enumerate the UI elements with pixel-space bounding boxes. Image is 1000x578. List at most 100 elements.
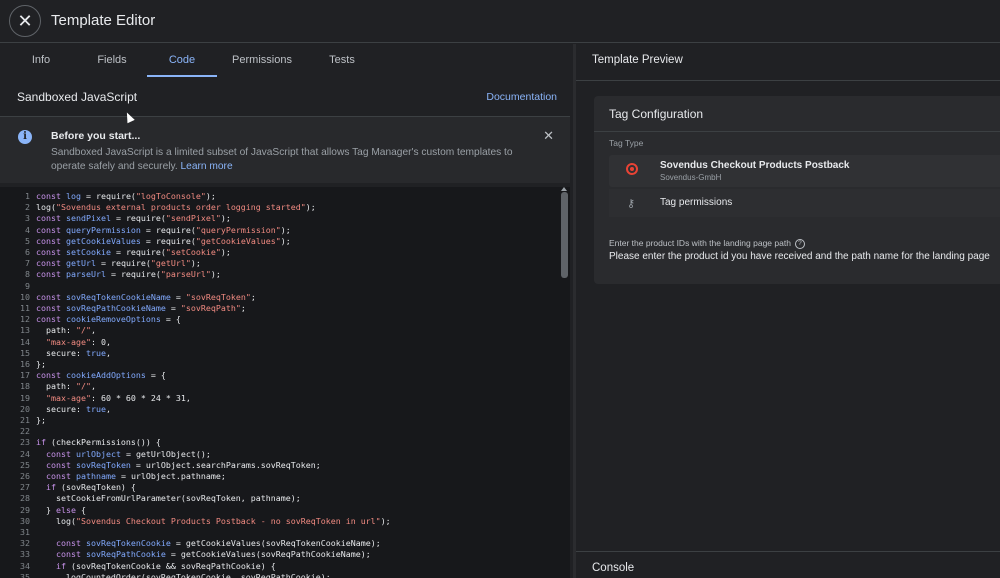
divider <box>576 551 1000 552</box>
code-text[interactable]: }; <box>36 415 46 426</box>
code-text[interactable]: if (sovReqToken) { <box>36 482 136 493</box>
code-text[interactable]: } else { <box>36 505 86 516</box>
close-icon: ✕ <box>17 11 33 31</box>
scrollbar-thumb[interactable] <box>561 192 568 278</box>
line-number: 32 <box>20 538 30 549</box>
code-text[interactable]: const sendPixel = require("sendPixel"); <box>36 213 231 224</box>
line-number: 3 <box>25 213 30 224</box>
line-number: 1 <box>25 191 30 201</box>
tag-configuration-card: Tag Configuration Tag Type Sovendus Chec… <box>594 96 1000 284</box>
tag-permissions-label: Tag permissions <box>660 197 733 208</box>
line-number: 21 <box>20 415 30 425</box>
line-number: 8 <box>25 269 30 280</box>
notice-close-button[interactable]: ✕ <box>543 128 554 144</box>
line-number: 34 <box>20 560 30 571</box>
notice-title: Before you start... <box>51 130 141 142</box>
field-help-text: Please enter the product id you have rec… <box>609 251 990 262</box>
code-text[interactable]: log("Sovendus external products order lo… <box>36 202 316 213</box>
line-number: 14 <box>20 336 30 347</box>
line-number: 13 <box>20 325 30 336</box>
notice-body: Sandboxed JavaScript is a limited subset… <box>51 146 521 174</box>
line-number: 2 <box>25 202 30 213</box>
line-number: 33 <box>20 549 30 560</box>
tag-type-label: Tag Type <box>609 138 644 148</box>
code-text[interactable]: }; <box>36 359 46 370</box>
code-text[interactable]: path: "/", <box>36 325 96 336</box>
line-number: 30 <box>20 515 30 526</box>
code-text[interactable]: const sovReqTokenCookie = getCookieValue… <box>36 538 381 549</box>
sovendus-logo-icon <box>626 163 638 175</box>
code-text[interactable]: const sovReqToken = urlObject.searchPara… <box>36 460 321 471</box>
code-text[interactable]: const urlObject = getUrlObject(); <box>36 449 211 460</box>
tab-code[interactable]: Code <box>147 44 217 77</box>
tab-bar: Info Fields Code Permissions Tests <box>0 44 570 77</box>
code-text[interactable]: secure: true, <box>36 404 111 415</box>
line-number: 28 <box>20 493 30 504</box>
line-number: 6 <box>25 247 30 257</box>
line-number: 15 <box>20 347 30 358</box>
line-number: 7 <box>25 258 30 269</box>
code-text[interactable]: const sovReqPathCookie = getCookieValues… <box>36 549 371 560</box>
code-text[interactable]: const getUrl = require("getUrl"); <box>36 258 201 269</box>
code-text[interactable]: if (checkPermissions()) { <box>36 437 161 448</box>
code-text[interactable]: if (sovReqTokenCookie && sovReqPathCooki… <box>36 561 276 572</box>
code-text[interactable]: const parseUrl = require("parseUrl"); <box>36 269 221 280</box>
code-text[interactable]: const pathname = urlObject.pathname; <box>36 471 226 482</box>
line-number: 16 <box>20 359 30 369</box>
code-text[interactable]: "max-age": 0, <box>36 337 111 348</box>
line-number: 27 <box>20 482 30 493</box>
line-number: 20 <box>20 403 30 414</box>
preview-title: Template Preview <box>592 54 683 66</box>
code-text[interactable]: const cookieAddOptions = { <box>36 370 166 381</box>
code-text[interactable]: const queryPermission = require("queryPe… <box>36 225 291 236</box>
code-text[interactable]: const getCookieValues = require("getCook… <box>36 236 291 247</box>
field-label: Enter the product IDs with the landing p… <box>609 238 805 249</box>
tag-type-selector[interactable]: Sovendus Checkout Products Postback Sove… <box>609 155 1000 187</box>
tab-fields[interactable]: Fields <box>80 44 144 77</box>
editor-pane: Info Fields Code Permissions Tests Sandb… <box>0 44 570 578</box>
code-text[interactable]: const log = require("logToConsole"); <box>36 191 216 202</box>
code-text[interactable]: logCountedOrder(sovReqTokenCookie, sovRe… <box>36 572 331 578</box>
code-editor[interactable]: 1 const log = require("logToConsole"); 2 lo… <box>0 187 570 578</box>
documentation-link[interactable]: Documentation <box>486 91 557 103</box>
line-number: 24 <box>20 448 30 459</box>
code-text[interactable]: "max-age": 60 * 60 * 24 * 31, <box>36 393 191 404</box>
divider <box>594 131 1000 132</box>
tag-name: Sovendus Checkout Products Postback <box>660 160 850 171</box>
code-text[interactable]: const sovReqPathCookieName = "sovReqPath… <box>36 303 246 314</box>
notice-banner: i Before you start... Sandboxed JavaScri… <box>0 117 570 183</box>
code-text[interactable]: path: "/", <box>36 381 96 392</box>
scroll-up-arrow-icon[interactable] <box>561 187 567 191</box>
line-number: 19 <box>20 392 30 403</box>
tag-vendor: Sovendus-GmbH <box>660 173 722 182</box>
line-number: 18 <box>20 381 30 392</box>
line-number: 17 <box>20 370 30 381</box>
line-number: 23 <box>20 437 30 448</box>
close-button[interactable]: ✕ <box>9 5 41 37</box>
line-number: 5 <box>25 235 30 246</box>
tab-info[interactable]: Info <box>14 44 68 77</box>
help-icon[interactable]: ? <box>794 238 805 249</box>
code-text[interactable]: const cookieRemoveOptions = { <box>36 314 181 325</box>
line-number: 22 <box>20 426 30 437</box>
code-text[interactable]: setCookieFromUrlParameter(sovReqToken, p… <box>36 493 301 504</box>
line-number: 25 <box>20 459 30 470</box>
card-title: Tag Configuration <box>609 107 704 121</box>
tab-tests[interactable]: Tests <box>312 44 372 77</box>
scrollbar[interactable] <box>558 187 570 578</box>
info-icon: i <box>18 130 32 144</box>
key-icon: ⚷ <box>627 198 636 210</box>
line-number: 26 <box>20 471 30 481</box>
close-icon: ✕ <box>543 128 554 143</box>
tab-permissions[interactable]: Permissions <box>222 44 302 77</box>
tag-permissions-row[interactable]: ⚷ Tag permissions <box>609 189 1000 217</box>
code-text[interactable]: secure: true, <box>36 348 111 359</box>
code-text[interactable]: const setCookie = require("setCookie"); <box>36 247 231 258</box>
learn-more-link[interactable]: Learn more <box>181 161 233 172</box>
line-number: 12 <box>20 314 30 325</box>
code-text[interactable]: const sovReqTokenCookieName = "sovReqTok… <box>36 292 256 303</box>
top-bar: ✕ Template Editor <box>0 0 1000 43</box>
app-title: Template Editor <box>51 12 156 29</box>
code-text[interactable]: log("Sovendus Checkout Products Postback… <box>36 516 391 527</box>
line-number: 10 <box>20 291 30 302</box>
